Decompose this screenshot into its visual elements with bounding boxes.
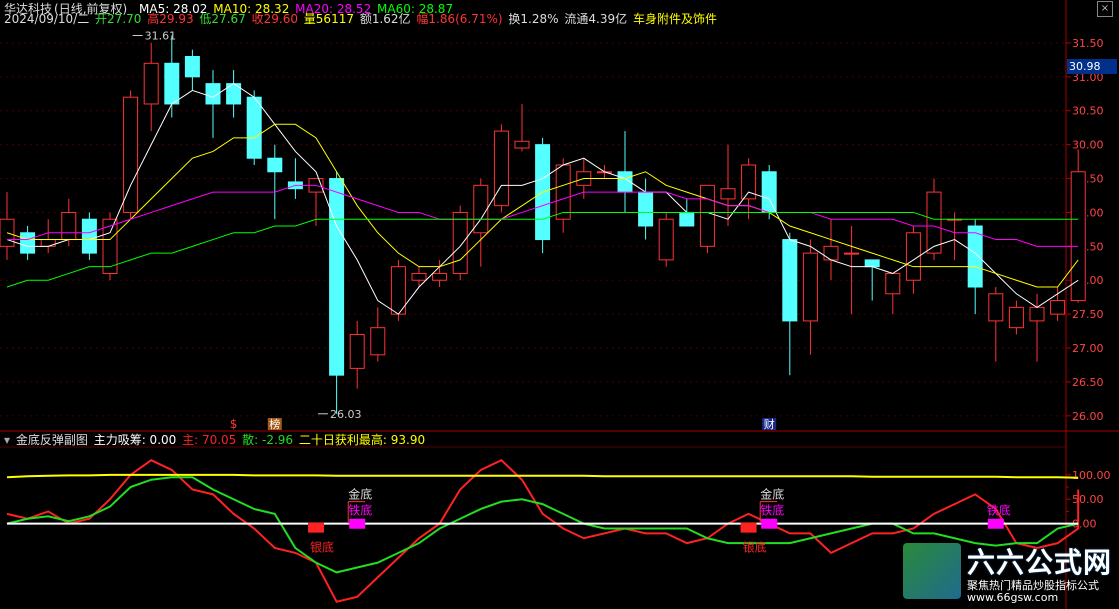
candle-body-down: [761, 171, 777, 213]
iron-bottom-label: 铁底: [987, 503, 1011, 518]
current-price-tag: 30.98: [1067, 59, 1117, 74]
candle-body-up: [40, 239, 56, 247]
candle-body-down: [246, 96, 262, 159]
price-tick-label: 27.00: [1072, 342, 1104, 355]
iron-bottom-box: [761, 518, 778, 529]
candle-body-up: [802, 252, 818, 322]
stock-chart[interactable]: 31.5031.0030.5030.0029.5029.0028.5028.00…: [0, 0, 1119, 609]
candle-body-up: [658, 218, 674, 261]
watermark-url: www.66gsw.com: [967, 591, 1059, 604]
quote-change: 幅1.86(6.71%): [416, 12, 503, 26]
candle-body-up: [1008, 306, 1024, 329]
candle-body-down: [267, 157, 283, 173]
candle-body-down: [864, 259, 880, 268]
candle-body-up: [885, 272, 901, 295]
candle-body-up: [699, 184, 715, 247]
candle-body-up: [493, 130, 509, 207]
price-tick-label: 31.50: [1072, 37, 1104, 50]
quote-open: 开27.70: [95, 12, 142, 26]
quote-low: 低27.67: [199, 12, 246, 26]
candle-body-up: [1029, 306, 1045, 322]
candle-body-down: [20, 232, 36, 254]
watermark: 六六公式网 聚焦热门精品炒股指标公式 www.66gsw.com: [903, 541, 1113, 604]
cai-marker: 财: [764, 417, 775, 431]
gold-bottom-label: 金底: [348, 487, 372, 502]
gold-bottom-label: 金底: [760, 487, 784, 502]
candle-body-up: [926, 191, 942, 254]
quote-date: 2024/09/10/二: [4, 12, 90, 26]
silver-bottom-label: 银底: [310, 540, 334, 555]
candle-body-up: [555, 164, 571, 220]
candle-body-down: [329, 178, 345, 376]
scatter-value: 散: -2.96: [242, 433, 294, 447]
sub-tick-label: 50.00: [1072, 493, 1104, 506]
close-icon[interactable]: ×: [1097, 1, 1113, 17]
bang-marker: 榜: [269, 417, 280, 431]
indicator-bar: ▾ 金底反弹副图 主力吸筹: 0.00 主: 70.05 散: -2.96 二十…: [4, 432, 427, 448]
watermark-title: 六六公式网: [967, 546, 1113, 579]
iron-bottom-label: 铁底: [348, 503, 372, 518]
price-tick-label: 26.50: [1072, 376, 1104, 389]
s-marker: $: [230, 417, 238, 431]
quote-amount: 额1.62亿: [359, 12, 411, 26]
quote-volume: 量56117: [303, 12, 354, 26]
iron-bottom-label: 铁底: [760, 503, 784, 518]
candle-body-down: [184, 56, 200, 78]
candle-body-up: [988, 293, 1004, 322]
main-value: 主: 70.05: [182, 433, 237, 447]
candle-body-up: [143, 62, 159, 105]
silver-bottom-box: [740, 522, 757, 533]
low-annotation: 26.03: [330, 408, 362, 421]
quote-turnover: 换1.28%: [508, 12, 559, 26]
quote-close: 收29.60: [251, 12, 298, 26]
indicator-toggle-icon[interactable]: ▾: [4, 433, 10, 447]
candle-body-up: [1050, 300, 1066, 315]
candle-body-up: [370, 327, 386, 356]
silver-bottom-box: [308, 522, 324, 533]
candle-body-down: [679, 211, 695, 227]
quote-bar: 2024/09/10/二 开27.70 高29.93 低27.67 收29.60…: [4, 11, 719, 27]
candle-body-up: [514, 140, 530, 149]
candle-body-down: [967, 225, 983, 288]
quote-high: 高29.93: [147, 12, 194, 26]
candle-body-up: [844, 252, 860, 255]
candle-body-down: [638, 191, 654, 227]
price-tick-label: 30.50: [1072, 105, 1104, 118]
candle-body-up: [349, 333, 365, 369]
candle-body-up: [432, 272, 448, 281]
candle-body-up: [823, 245, 839, 261]
candle-body-up: [61, 211, 77, 241]
iron-bottom-box: [349, 518, 366, 529]
iron-bottom-box: [987, 518, 1004, 529]
candle-body-down: [782, 239, 798, 322]
profit-value: 二十日获利最高: 93.90: [298, 433, 426, 447]
candle-body-up: [1070, 171, 1086, 302]
candle-body-up: [411, 272, 427, 281]
price-tick-label: 27.50: [1072, 308, 1104, 321]
high-annotation: 31.61: [145, 29, 177, 42]
sub-tick-label: 100.00: [1072, 469, 1111, 482]
quote-float-cap: 流通4.39亿: [564, 12, 628, 26]
candle-body-up: [452, 211, 468, 274]
candle-body-up: [720, 188, 736, 200]
watermark-logo-icon: [903, 543, 961, 599]
candle-body-down: [81, 218, 97, 254]
quote-sector: 车身附件及饰件: [632, 12, 717, 26]
indicator-name[interactable]: 金底反弹副图: [16, 433, 88, 447]
price-tick-label: 26.00: [1072, 410, 1104, 423]
candle-body-up: [123, 96, 139, 213]
candle-body-down: [164, 62, 180, 105]
silver-bottom-label: 银底: [743, 540, 767, 555]
price-tick-label: 30.00: [1072, 139, 1104, 152]
main-absorb-value: 主力吸筹: 0.00: [93, 433, 177, 447]
